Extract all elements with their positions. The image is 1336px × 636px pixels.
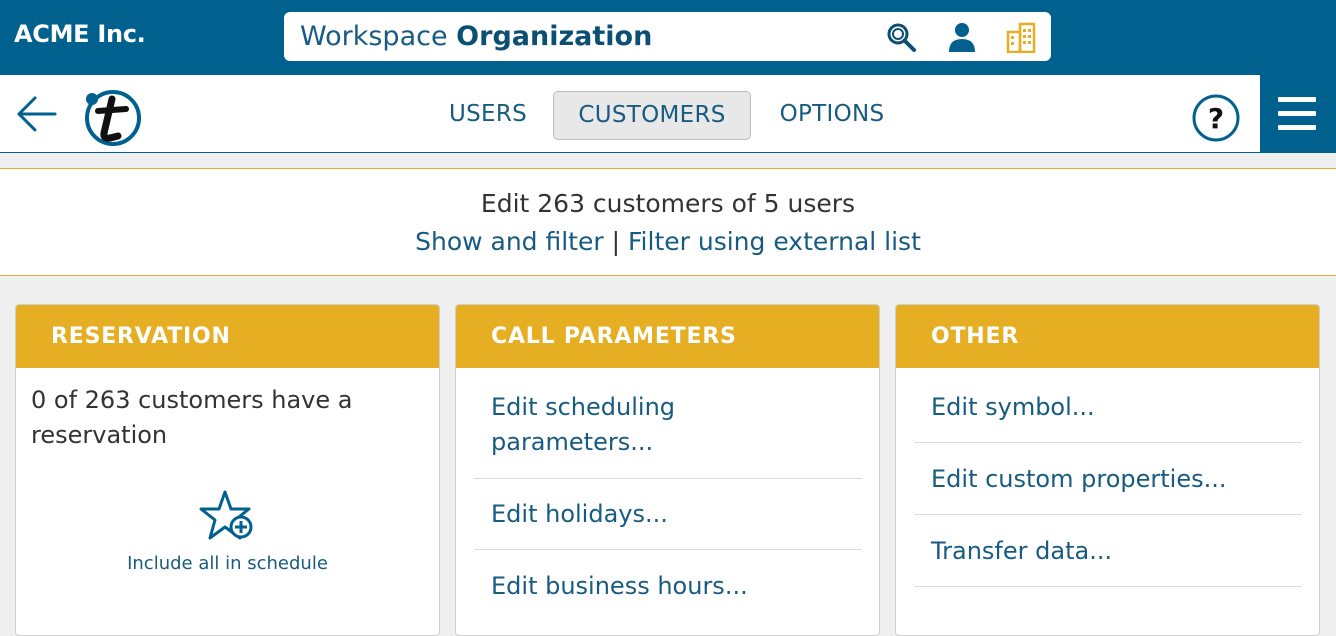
top-bar: ACME Inc. Workspace Organization [0,0,1336,75]
filter-external-list-link[interactable]: Filter using external list [628,227,921,256]
edit-scheduling-parameters-link[interactable]: Edit scheduling parameters... [474,390,714,460]
search-icon[interactable] [885,21,917,53]
link-separator: | [611,227,621,256]
app-logo-icon[interactable] [82,87,144,147]
nav-bar: USERS CUSTOMERS OPTIONS ? [0,75,1336,153]
help-label: ? [1208,102,1224,135]
edit-custom-properties-link[interactable]: Edit custom properties... [914,462,1302,497]
menu-bar-icon [1278,125,1316,130]
divider [914,442,1302,443]
other-card-title: OTHER [896,305,1319,368]
summary-links: Show and filter | Filter using external … [0,227,1336,256]
star-plus-icon[interactable] [198,489,256,545]
help-icon[interactable]: ? [1190,92,1242,144]
tab-customers[interactable]: CUSTOMERS [553,91,751,140]
tab-users[interactable]: USERS [436,91,540,138]
reservation-card: RESERVATION 0 of 263 customers have a re… [15,304,440,636]
menu-bar-icon [1278,97,1316,102]
edit-business-hours-link[interactable]: Edit business hours... [474,569,862,604]
reservation-card-title: RESERVATION [16,305,439,368]
workspace-title: Workspace Organization [300,21,652,52]
workspace-name: Organization [456,21,653,52]
workspace-label: Workspace [300,21,448,52]
call-parameters-card-title: CALL PARAMETERS [456,305,879,368]
show-and-filter-link[interactable]: Show and filter [415,227,604,256]
company-name: ACME Inc. [14,20,146,48]
tab-options[interactable]: OPTIONS [764,91,900,138]
menu-button[interactable] [1260,75,1336,152]
divider [914,514,1302,515]
menu-bar-icon [1278,111,1316,116]
workspace-box[interactable]: Workspace Organization [284,12,1051,61]
summary-title: Edit 263 customers of 5 users [480,189,856,218]
edit-holidays-link[interactable]: Edit holidays... [474,497,862,532]
divider [474,478,862,479]
building-icon[interactable] [1005,21,1037,53]
other-card: OTHER Edit symbol... Edit custom propert… [895,304,1320,636]
edit-symbol-link[interactable]: Edit symbol... [914,390,1302,425]
divider [914,586,1302,587]
divider [474,549,862,550]
user-icon[interactable] [946,21,978,53]
transfer-data-link[interactable]: Transfer data... [914,534,1302,569]
call-parameters-card: CALL PARAMETERS Edit scheduling paramete… [455,304,880,636]
include-all-in-schedule-link[interactable]: Include all in schedule [16,553,439,574]
reservation-status: 0 of 263 customers have a reservation [31,386,353,449]
back-arrow-icon[interactable] [15,94,59,134]
summary-panel: Edit 263 customers of 5 users Show and f… [0,168,1336,276]
